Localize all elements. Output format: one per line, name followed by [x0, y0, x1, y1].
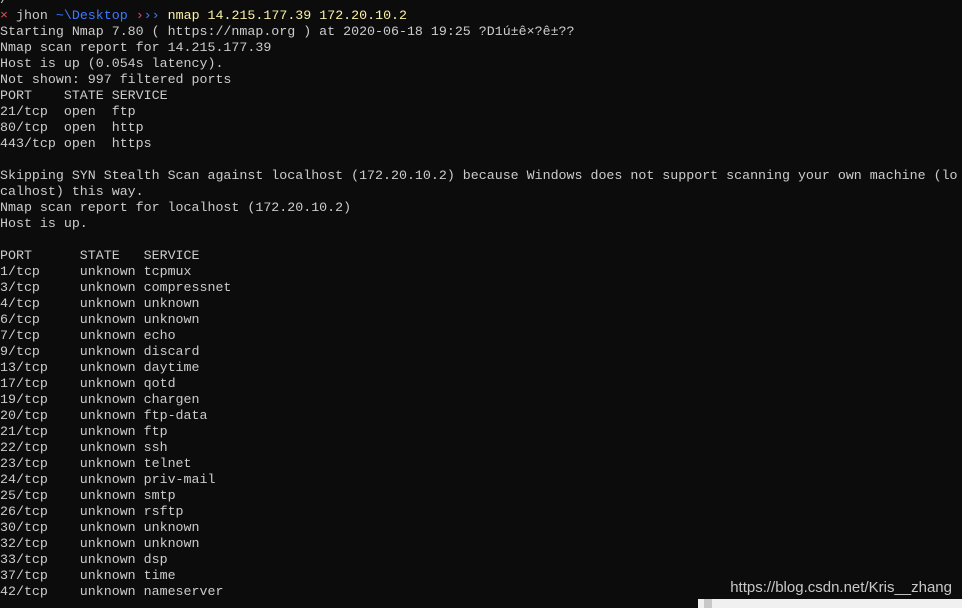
output-line: 21/tcp open ftp — [0, 104, 136, 119]
output-line: 1/tcp unknown tcpmux — [0, 264, 192, 279]
output-line: 21/tcp unknown ftp — [0, 424, 168, 439]
previous-line: / — [0, 0, 962, 8]
prompt-arrow-icon: ›› — [143, 8, 160, 23]
output-line: 25/tcp unknown smtp — [0, 488, 176, 503]
scrollbar[interactable] — [704, 599, 712, 608]
output-line: 3/tcp unknown compressnet — [0, 280, 232, 295]
output-line: Skipping SYN Stealth Scan against localh… — [0, 168, 958, 183]
taskbar-strip — [698, 599, 962, 608]
prompt-user: jhon — [15, 8, 48, 23]
output-line: PORT STATE SERVICE — [0, 248, 200, 263]
output-line: Host is up (0.054s latency). — [0, 56, 224, 71]
output-line: Starting Nmap 7.80 ( https://nmap.org ) … — [0, 24, 575, 39]
output-line: 33/tcp unknown dsp — [0, 552, 168, 567]
prompt-arrow-icon: › — [135, 8, 144, 23]
output-line: calhost) this way. — [0, 184, 144, 199]
command-text[interactable]: nmap 14.215.177.39 172.20.10.2 — [168, 8, 407, 23]
output-line: Nmap scan report for localhost (172.20.1… — [0, 200, 352, 215]
output-line: 17/tcp unknown qotd — [0, 376, 176, 391]
output-line: Host is up. — [0, 216, 88, 231]
error-mark-icon: × — [0, 8, 8, 23]
output-line: 20/tcp unknown ftp-data — [0, 408, 208, 423]
output-line: 4/tcp unknown unknown — [0, 296, 200, 311]
output-line: 24/tcp unknown priv-mail — [0, 472, 216, 487]
output-line: Not shown: 997 filtered ports — [0, 72, 232, 87]
output-line: 443/tcp open https — [0, 136, 152, 151]
output-line: 9/tcp unknown discard — [0, 344, 200, 359]
output-line: 13/tcp unknown daytime — [0, 360, 200, 375]
prompt-line: × jhon ~\Desktop ››› nmap 14.215.177.39 … — [0, 8, 962, 24]
output-line: 22/tcp unknown ssh — [0, 440, 168, 455]
prompt-dir: ~\Desktop — [55, 8, 128, 23]
output-line: Nmap scan report for 14.215.177.39 — [0, 40, 272, 55]
output-line: 26/tcp unknown rsftp — [0, 504, 184, 519]
output-line: PORT STATE SERVICE — [0, 88, 168, 103]
output-line: 6/tcp unknown unknown — [0, 312, 200, 327]
output-line: 32/tcp unknown unknown — [0, 536, 200, 551]
watermark: https://blog.csdn.net/Kris__zhang — [730, 579, 952, 596]
terminal-output: / × jhon ~\Desktop ››› nmap 14.215.177.3… — [0, 0, 962, 600]
output-line: 30/tcp unknown unknown — [0, 520, 200, 535]
output-line: 7/tcp unknown echo — [0, 328, 176, 343]
output-line: 23/tcp unknown telnet — [0, 456, 192, 471]
output-line: 19/tcp unknown chargen — [0, 392, 200, 407]
output-line: 80/tcp open http — [0, 120, 144, 135]
